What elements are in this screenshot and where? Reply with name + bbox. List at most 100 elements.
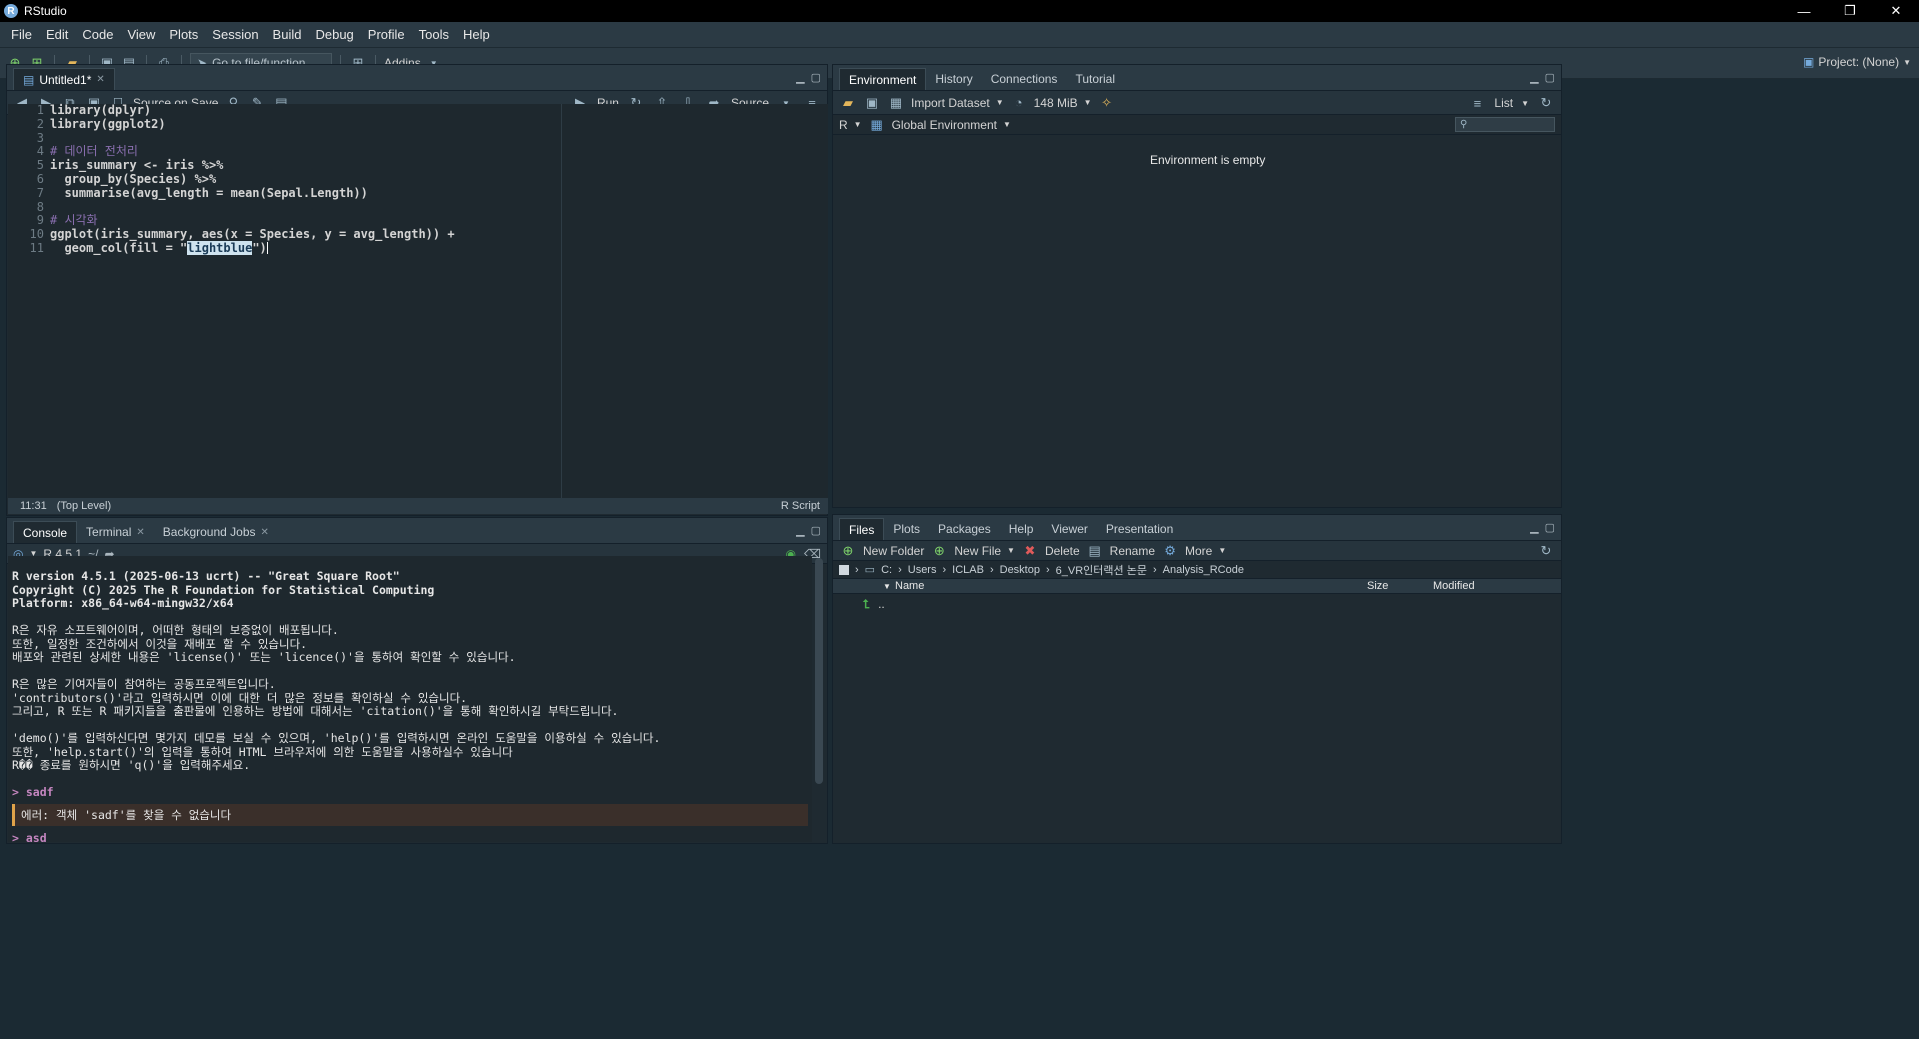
line-number-gutter: 1 2 3 4 5 6 7 8 9 10 11 [8,103,44,256]
chevron-right-icon: › [1045,563,1050,576]
menu-code[interactable]: Code [75,27,120,42]
tab-plots[interactable]: Plots [884,518,929,540]
menu-edit[interactable]: Edit [39,27,75,42]
memory-usage-label[interactable]: 148 MiB [1034,96,1078,110]
load-workspace-icon[interactable]: ▰ [839,94,857,112]
tab-label: History [935,72,973,86]
new-file-icon[interactable]: ⊕ [930,542,948,560]
tab-files[interactable]: Files [839,518,885,540]
view-mode-select[interactable]: List [1494,96,1513,110]
new-file-button[interactable]: New File [954,544,1001,558]
minimize-pane-icon[interactable]: ▁ [1530,71,1538,84]
tab-connections[interactable]: Connections [982,68,1067,90]
chevron-down-icon[interactable]: ▼ [996,98,1004,107]
tab-environment[interactable]: Environment [839,68,927,90]
code-line: library(ggplot2) [50,116,166,131]
minimize-pane-icon[interactable]: ▁ [796,524,804,537]
new-folder-button[interactable]: New Folder [863,544,924,558]
breadcrumb-item[interactable]: Desktop [1000,564,1040,576]
new-folder-icon[interactable]: ⊕ [839,542,857,560]
tab-tutorial[interactable]: Tutorial [1066,68,1124,90]
project-menu[interactable]: ▣ Project: (None) ▼ [1803,55,1911,69]
console-output[interactable]: R version 4.5.1 (2025-06-13 ucrt) -- "Gr… [8,556,812,842]
column-header-size[interactable]: Size [1367,580,1388,592]
close-button[interactable]: ✕ [1873,0,1919,22]
delete-button[interactable]: Delete [1045,544,1080,558]
breadcrumb-item[interactable]: ICLAB [952,564,984,576]
minimize-button[interactable]: — [1781,0,1827,22]
minimize-pane-icon[interactable]: ▁ [796,71,804,84]
rename-button[interactable]: Rename [1110,544,1155,558]
menu-build[interactable]: Build [266,27,309,42]
close-tab-icon[interactable]: ✕ [261,527,269,538]
maximize-pane-icon[interactable]: ▢ [811,524,821,537]
menu-help[interactable]: Help [456,27,497,42]
more-button[interactable]: More [1185,544,1212,558]
sort-icon[interactable]: ▼ [883,582,891,591]
code-editor[interactable]: 1 2 3 4 5 6 7 8 9 10 11 library(dplyr) l… [8,103,828,498]
maximize-pane-icon[interactable]: ▢ [1545,71,1555,84]
editor-status-bar: 11:31 (Top Level) R Script [8,498,828,514]
column-header-modified[interactable]: Modified [1433,580,1475,592]
rename-icon[interactable]: ▤ [1086,542,1104,560]
restore-button[interactable]: ❐ [1827,0,1873,22]
tab-packages[interactable]: Packages [929,518,1000,540]
chevron-down-icon[interactable]: ▼ [1007,546,1015,555]
column-header-name[interactable]: Name [895,580,924,592]
environment-search-input[interactable]: ⚲ [1455,117,1555,132]
close-tab-icon[interactable]: ✕ [96,74,104,85]
tab-terminal[interactable]: Terminal ✕ [77,521,154,543]
menu-plots[interactable]: Plots [162,27,205,42]
gear-icon[interactable]: ⚙ [1161,542,1179,560]
minimize-pane-icon[interactable]: ▁ [1530,521,1538,534]
menu-tools[interactable]: Tools [412,27,456,42]
tab-console[interactable]: Console [13,521,78,543]
tab-help[interactable]: Help [1000,518,1043,540]
refresh-icon[interactable]: ↻ [1537,542,1555,560]
environment-scope-select[interactable]: Global Environment [892,118,997,132]
import-dataset-icon[interactable]: ▦ [887,94,905,112]
list-view-icon[interactable]: ≡ [1468,94,1486,112]
tab-viewer[interactable]: Viewer [1042,518,1096,540]
tab-untitled1[interactable]: ▤ Untitled1* ✕ [13,68,115,90]
breadcrumb-item[interactable]: C: [881,564,892,576]
tab-history[interactable]: History [926,68,981,90]
console-line: 또한, 일정한 조건하에서 이것을 재배포 할 수 있습니다. [12,636,308,651]
tab-label: Console [23,525,68,540]
file-type-indicator[interactable]: R Script [781,500,820,512]
memory-usage-icon[interactable]: ◔ [1010,94,1028,112]
chevron-down-icon[interactable]: ▼ [1218,546,1226,555]
cursor-position: 11:31 [20,500,47,512]
delete-icon[interactable]: ✖ [1021,542,1039,560]
menu-debug[interactable]: Debug [308,27,360,42]
language-select[interactable]: R [839,118,848,132]
maximize-pane-icon[interactable]: ▢ [811,71,821,84]
tab-background-jobs[interactable]: Background Jobs ✕ [154,521,278,543]
console-scrollbar[interactable] [815,558,823,784]
code-line: # 시각화 [50,213,98,228]
chevron-down-icon[interactable]: ▼ [1521,99,1529,108]
line-number: 5 [36,158,44,173]
list-item[interactable]: ⮤ .. [833,594,1561,614]
menu-profile[interactable]: Profile [361,27,412,42]
menu-view[interactable]: View [120,27,162,42]
select-all-checkbox[interactable] [839,564,849,575]
maximize-pane-icon[interactable]: ▢ [1545,521,1555,534]
close-tab-icon[interactable]: ✕ [136,527,144,538]
environment-icon: ▦ [870,116,883,132]
breadcrumb-item[interactable]: 6_VR인터랙션 논문 [1056,562,1147,578]
import-dataset-button[interactable]: Import Dataset [911,96,990,110]
chevron-down-icon[interactable]: ▼ [1084,98,1092,107]
scope-indicator[interactable]: (Top Level) [57,500,111,512]
menu-session[interactable]: Session [205,27,265,42]
chevron-down-icon[interactable]: ▼ [1003,120,1011,129]
breadcrumb-item[interactable]: Analysis_RCode [1163,564,1244,576]
clear-objects-icon[interactable]: ✧ [1098,94,1116,112]
refresh-icon[interactable]: ↻ [1537,94,1555,112]
chevron-down-icon[interactable]: ▼ [854,120,862,129]
tab-presentation[interactable]: Presentation [1097,518,1182,540]
chevron-right-icon: › [855,563,859,576]
save-workspace-icon[interactable]: ▣ [863,94,881,112]
breadcrumb-item[interactable]: Users [908,564,937,576]
menu-file[interactable]: File [4,27,39,42]
